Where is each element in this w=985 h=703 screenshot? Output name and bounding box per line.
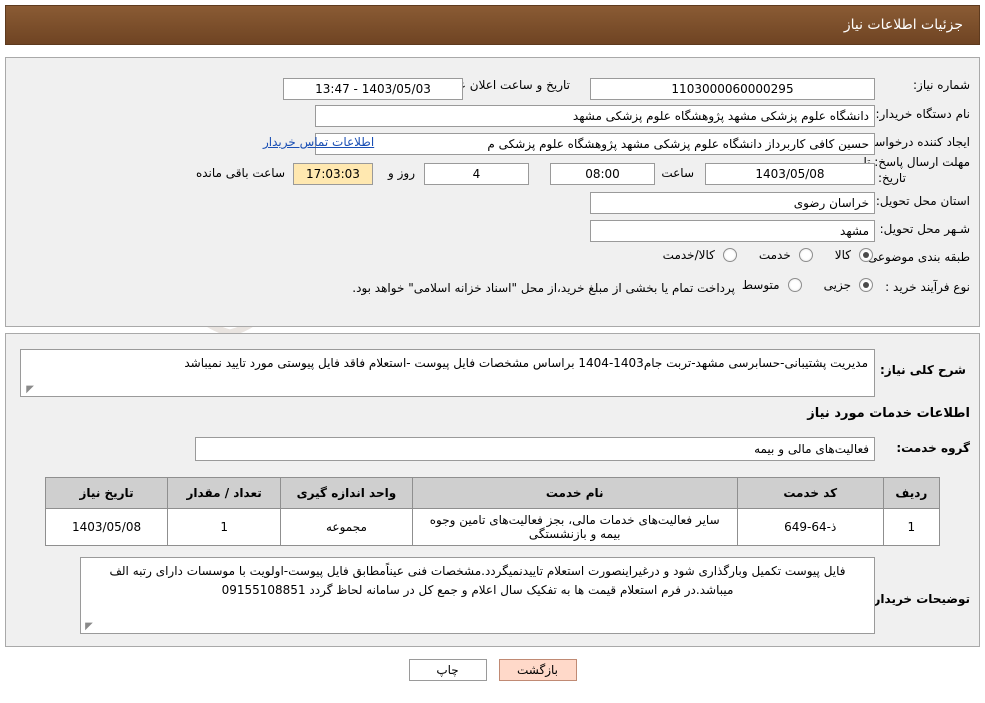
- deadline-time-value: 08:00: [550, 163, 655, 185]
- description-label: شرح کلی نیاز:: [880, 363, 966, 377]
- category-option-khedmat[interactable]: خدمت: [759, 248, 813, 262]
- radio-icon[interactable]: [798, 248, 813, 262]
- need-number-label: شماره نیاز:: [913, 78, 970, 92]
- service-group-label-wrap: گروه خدمت:: [896, 441, 970, 455]
- purchase-type-option-motevaset-label: متوسط: [741, 278, 780, 292]
- days-remaining-value: 4: [424, 163, 529, 185]
- buyer-notes-label-wrap: توضیحات خریدار:: [869, 592, 970, 606]
- category-option-kala[interactable]: کالا: [835, 248, 873, 262]
- back-button[interactable]: بازگشت: [498, 659, 577, 681]
- purchase-type-radio-group[interactable]: جزیی متوسط: [742, 278, 873, 292]
- col-quantity: تعداد / مقدار: [167, 477, 282, 509]
- countdown-label: ساعت باقی مانده: [195, 166, 285, 180]
- service-group-label: گروه خدمت:: [896, 441, 970, 455]
- description-value-box[interactable]: مدیریت پشتیبانی-حسابرسی مشهد-تربت جام140…: [20, 349, 875, 397]
- page-header: جزئیات اطلاعات نیاز: [5, 5, 980, 45]
- radio-icon[interactable]: [722, 248, 737, 262]
- purchase-type-option-motevaset[interactable]: متوسط: [742, 278, 802, 292]
- col-service-code: کد خدمت: [736, 477, 884, 509]
- category-option-kala-khedmat[interactable]: کالا/خدمت: [663, 248, 737, 262]
- services-table: ردیف کد خدمت نام خدمت واحد اندازه گیری ت…: [44, 477, 941, 546]
- buyer-notes-value: فایل پیوست تکمیل وبارگذاری شود و درغیرای…: [109, 564, 846, 597]
- buyer-contact-link[interactable]: اطلاعات تماس خریدار: [263, 135, 374, 149]
- cell-row-no: 1: [882, 508, 941, 546]
- resize-grip-icon[interactable]: ◤: [84, 622, 94, 632]
- countdown-value: 17:03:03: [293, 163, 373, 185]
- category-option-kala-khedmat-label: کالا/خدمت: [662, 248, 715, 262]
- table-header-row: ردیف کد خدمت نام خدمت واحد اندازه گیری ت…: [44, 477, 941, 509]
- deadline-time-label: ساعت: [661, 166, 694, 180]
- city-label-wrap: شـهر محل تحویل:: [880, 222, 970, 236]
- purchase-type-label: نوع فرآیند خرید :: [885, 280, 970, 294]
- col-row-no: ردیف: [882, 477, 941, 509]
- services-section-title: اطلاعات خدمات مورد نیاز: [807, 406, 970, 421]
- category-radio-group[interactable]: کالا خدمت کالا/خدمت: [663, 248, 873, 262]
- category-label: طبقه بندی موضوعی:: [863, 250, 970, 264]
- purchase-type-option-jozei[interactable]: جزیی: [824, 278, 873, 292]
- buyer-org-label-wrap: نام دستگاه خریدار:: [876, 107, 971, 121]
- col-service-name: نام خدمت: [411, 477, 738, 509]
- deadline-date-value: 1403/05/08: [705, 163, 875, 185]
- cell-service-code: ذ-64-649: [736, 508, 884, 546]
- deadline-label-line1: مهلت ارسال پاسخ: تا: [863, 155, 970, 169]
- buyer-org-label: نام دستگاه خریدار:: [875, 107, 971, 121]
- deadline-label-wrap: مهلت ارسال پاسخ: تا تاریخ:: [863, 154, 970, 186]
- cell-need-date: 1403/05/08: [44, 508, 169, 546]
- page-root: AriaTender.net جزئیات اطلاعات نیاز شماره…: [0, 0, 985, 703]
- cell-quantity: 1: [167, 508, 282, 546]
- buyer-notes-label: توضیحات خریدار:: [868, 592, 970, 606]
- province-label: استان محل تحویل:: [875, 194, 970, 208]
- description-value: مدیریت پشتیبانی-حسابرسی مشهد-تربت جام140…: [184, 356, 868, 370]
- print-button[interactable]: چاپ: [408, 659, 487, 681]
- purchase-type-label-wrap: نوع فرآیند خرید :: [885, 280, 970, 294]
- radio-icon[interactable]: [859, 248, 873, 262]
- description-label-wrap: شرح کلی نیاز:: [880, 363, 970, 377]
- deadline-label-line2: تاریخ:: [878, 171, 906, 185]
- service-group-value: فعالیت‌های مالی و بیمه: [195, 437, 875, 461]
- city-label: شـهر محل تحویل:: [879, 222, 970, 236]
- purchase-note: پرداخت تمام یا بخشی از مبلغ خرید،از محل …: [352, 281, 735, 295]
- announce-datetime-value: 1403/05/03 - 13:47: [283, 78, 463, 100]
- requester-label-wrap: ایجاد کننده درخواست:: [859, 135, 970, 149]
- need-number-value: 1103000060000295: [590, 78, 875, 100]
- buyer-org-value: دانشگاه علوم پزشکی مشهد پژوهشگاه علوم پز…: [315, 105, 875, 127]
- radio-icon[interactable]: [859, 278, 873, 292]
- buyer-notes-value-box[interactable]: فایل پیوست تکمیل وبارگذاری شود و درغیرای…: [80, 557, 875, 634]
- days-remaining-label: روز و: [388, 166, 415, 180]
- requester-label: ایجاد کننده درخواست:: [859, 135, 970, 149]
- category-label-wrap: طبقه بندی موضوعی:: [864, 250, 970, 264]
- purchase-type-option-jozei-label: جزیی: [823, 278, 851, 292]
- category-option-khedmat-label: خدمت: [758, 248, 791, 262]
- col-unit: واحد اندازه گیری: [280, 477, 413, 509]
- radio-icon[interactable]: [787, 278, 802, 292]
- cell-unit: مجموعه: [280, 508, 413, 546]
- footer-buttons: بازگشت چاپ: [0, 659, 985, 681]
- requester-value: حسین کافی کاربرداز دانشگاه علوم پزشکی مش…: [315, 133, 875, 155]
- category-option-kala-label: کالا: [834, 248, 851, 262]
- province-value: خراسان رضوی: [590, 192, 875, 214]
- col-need-date: تاریخ نیاز: [44, 477, 169, 509]
- page-title: جزئیات اطلاعات نیاز: [843, 17, 963, 33]
- city-value: مشهد: [590, 220, 875, 242]
- resize-grip-icon[interactable]: ◤: [24, 385, 34, 395]
- province-label-wrap: استان محل تحویل:: [876, 194, 970, 208]
- cell-service-name: سایر فعالیت‌های خدمات مالی، بجز فعالیت‌ه…: [411, 508, 738, 546]
- table-row: 1 ذ-64-649 سایر فعالیت‌های خدمات مالی، ب…: [44, 508, 941, 546]
- need-number-row: شماره نیاز:: [913, 78, 970, 92]
